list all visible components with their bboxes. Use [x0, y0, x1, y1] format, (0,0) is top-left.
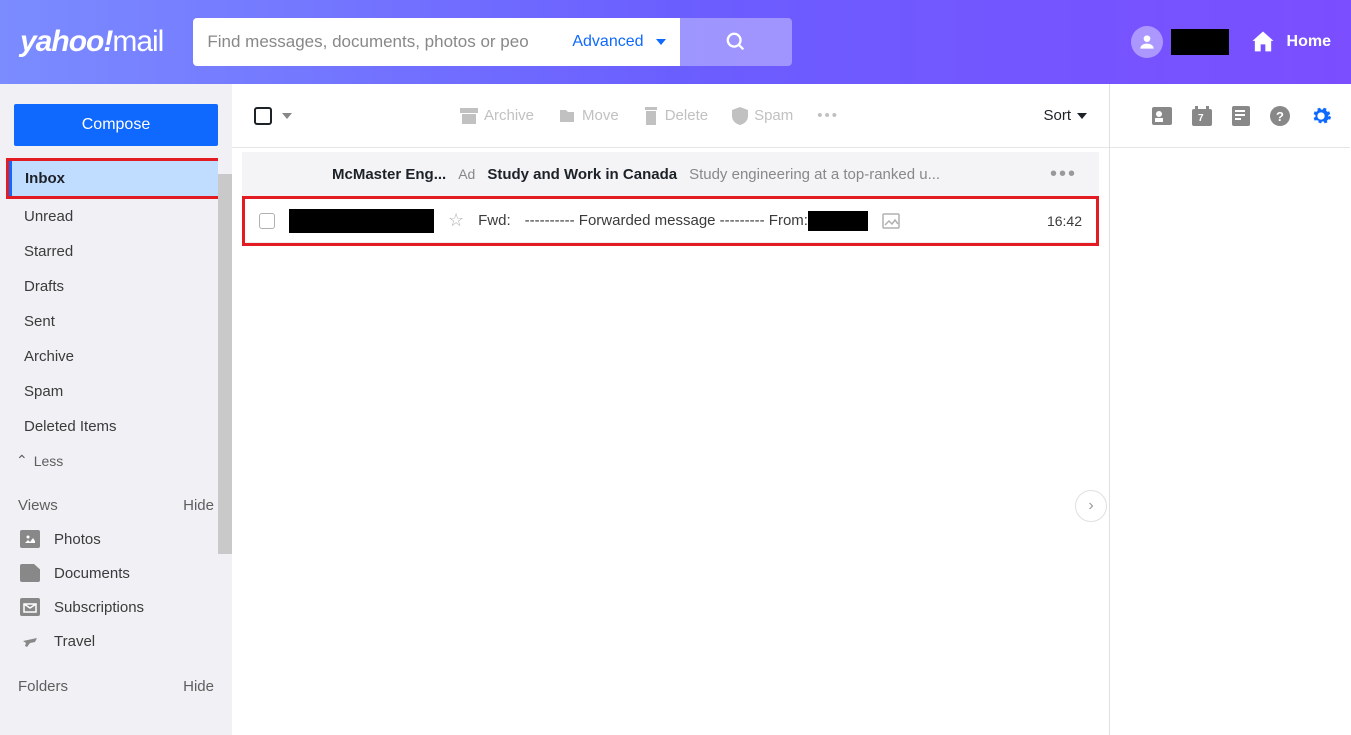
compose-button[interactable]: Compose: [14, 104, 218, 146]
photos-icon: [20, 530, 40, 548]
message-list-pane: Archive Move Delete Spam ••• Sort: [232, 84, 1110, 735]
ad-options[interactable]: •••: [1050, 163, 1077, 186]
avatar: [1131, 26, 1163, 58]
views-hide[interactable]: Hide: [183, 497, 214, 514]
right-pane: 7 ?: [1110, 84, 1350, 735]
folder-deleted[interactable]: Deleted Items: [8, 409, 224, 444]
calendar-icon[interactable]: 7: [1192, 106, 1212, 126]
profile-name-redacted: [1171, 29, 1229, 55]
sort-button[interactable]: Sort: [1043, 107, 1087, 124]
delete-button[interactable]: Delete: [643, 107, 708, 125]
profile-menu[interactable]: [1131, 26, 1229, 58]
home-link[interactable]: Home: [1249, 28, 1331, 56]
select-dropdown[interactable]: [282, 113, 292, 119]
header: yahoo!mail Advanced Home: [0, 0, 1351, 84]
folder-drafts[interactable]: Drafts: [8, 269, 224, 304]
move-button[interactable]: Move: [558, 107, 619, 124]
folder-inbox[interactable]: Inbox: [9, 161, 223, 196]
folder-starred[interactable]: Starred: [8, 234, 224, 269]
ad-title: Study and Work in Canada: [487, 166, 677, 183]
folders-header: Folders: [18, 678, 68, 695]
message-checkbox[interactable]: [259, 213, 275, 229]
message-row[interactable]: ☆ Fwd: ---------- Forwarded message ----…: [245, 199, 1096, 243]
archive-button[interactable]: Archive: [460, 107, 534, 124]
svg-text:?: ?: [1276, 109, 1284, 124]
chevron-down-icon: [1077, 113, 1087, 119]
move-icon: [558, 108, 576, 124]
message-subject: Fwd:: [478, 212, 511, 229]
select-all-checkbox[interactable]: [254, 107, 272, 125]
chevron-down-icon: [656, 39, 666, 45]
archive-icon: [460, 108, 478, 124]
spam-icon: [732, 107, 748, 125]
toolbar: Archive Move Delete Spam ••• Sort: [232, 84, 1109, 148]
home-icon: [1249, 28, 1277, 56]
folder-sent[interactable]: Sent: [8, 304, 224, 339]
help-icon[interactable]: ?: [1270, 106, 1290, 126]
yahoo-mail-logo[interactable]: yahoo!mail: [20, 25, 163, 59]
attachment-icon: [882, 213, 900, 229]
inbox-highlight-box: Inbox: [6, 158, 226, 199]
folder-archive[interactable]: Archive: [8, 339, 224, 374]
ad-tag: Ad: [458, 166, 475, 182]
search-icon: [725, 31, 747, 53]
collapse-folders[interactable]: ⌃ Less: [0, 444, 232, 477]
search-bar: Advanced: [193, 18, 791, 66]
star-icon[interactable]: ☆: [448, 210, 464, 231]
sidebar: Compose Inbox Unread Starred Drafts Sent…: [0, 84, 232, 735]
message-sender-redacted: [289, 209, 434, 233]
view-subscriptions[interactable]: Subscriptions: [0, 590, 232, 624]
next-page-button[interactable]: ›: [1075, 490, 1107, 522]
advanced-search-button[interactable]: Advanced: [558, 18, 679, 66]
view-photos[interactable]: Photos: [0, 522, 232, 556]
delete-icon: [643, 107, 659, 125]
contacts-icon[interactable]: [1152, 107, 1172, 125]
ad-row[interactable]: McMaster Eng... Ad Study and Work in Can…: [242, 152, 1099, 196]
ad-description: Study engineering at a top-ranked u...: [689, 166, 940, 183]
message-highlight-box: ☆ Fwd: ---------- Forwarded message ----…: [242, 196, 1099, 246]
chevron-up-icon: ⌃: [16, 452, 28, 469]
sidebar-scrollbar[interactable]: [218, 94, 232, 684]
spam-button[interactable]: Spam: [732, 107, 793, 125]
ad-sender: McMaster Eng...: [332, 166, 446, 183]
more-button[interactable]: •••: [817, 107, 839, 124]
view-documents[interactable]: Documents: [0, 556, 232, 590]
message-time: 16:42: [1047, 213, 1082, 229]
documents-icon: [20, 564, 40, 582]
subscriptions-icon: [20, 598, 40, 616]
views-header: Views: [18, 497, 58, 514]
view-travel[interactable]: Travel: [0, 624, 232, 658]
message-from-redacted: [808, 211, 868, 231]
folders-hide[interactable]: Hide: [183, 678, 214, 695]
folder-unread[interactable]: Unread: [8, 199, 224, 234]
search-button[interactable]: [680, 18, 792, 66]
folder-spam[interactable]: Spam: [8, 374, 224, 409]
notepad-icon[interactable]: [1232, 106, 1250, 126]
settings-icon[interactable]: [1310, 105, 1332, 127]
search-input[interactable]: [193, 18, 558, 66]
travel-icon: [20, 632, 40, 650]
message-preview: ---------- Forwarded message --------- F…: [525, 211, 868, 231]
